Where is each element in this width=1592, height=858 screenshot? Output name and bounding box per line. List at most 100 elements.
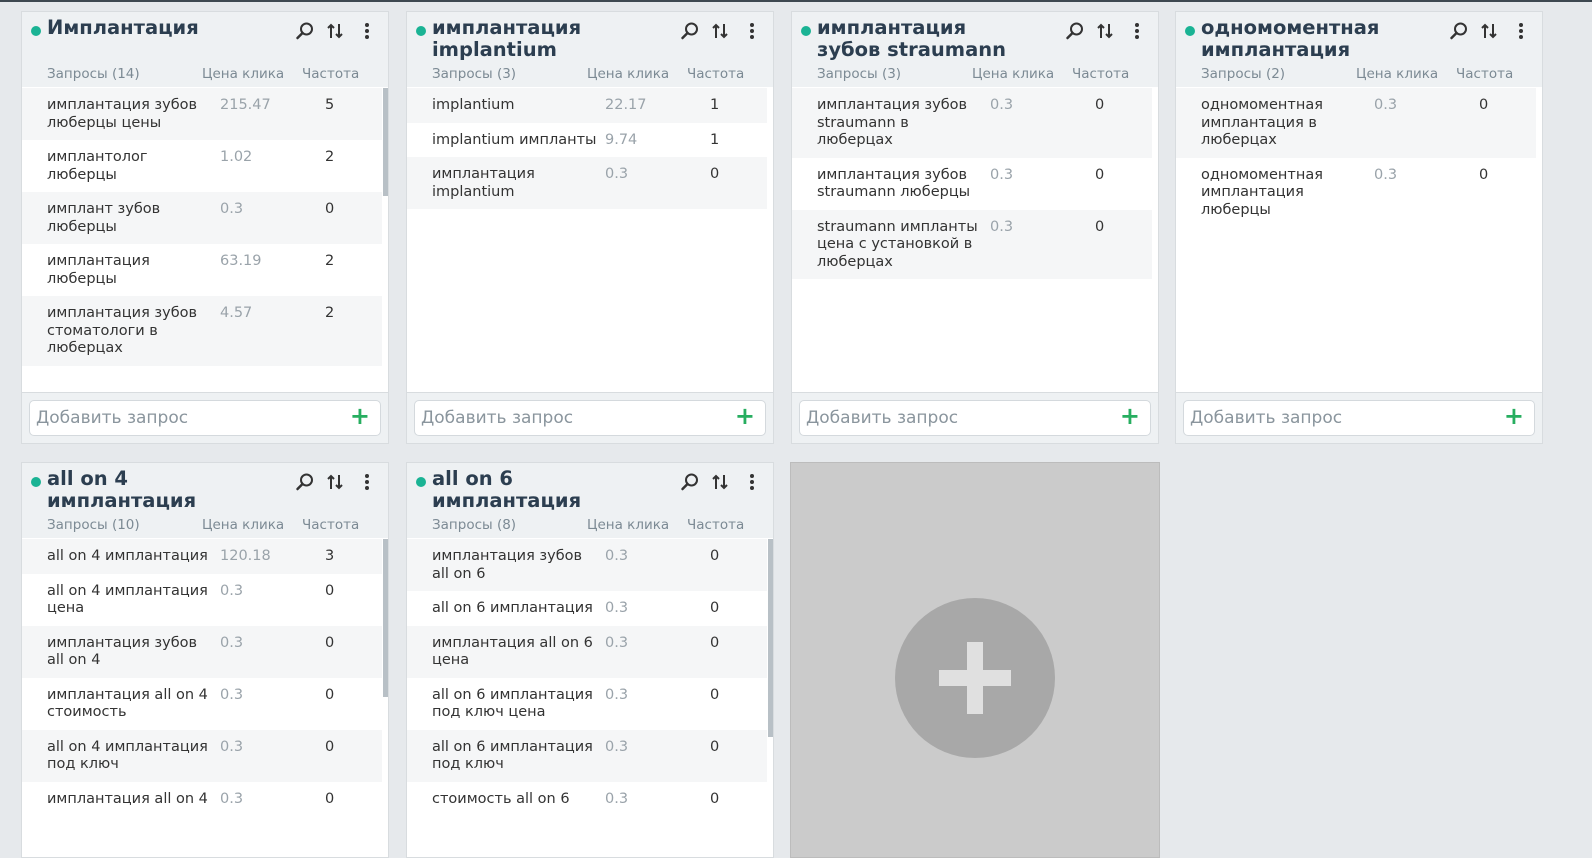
search-icon[interactable] (679, 20, 701, 42)
query-row[interactable]: all on 4 имплантация цена 0.3 0 (22, 573, 382, 626)
more-icon[interactable] (741, 471, 763, 493)
query-row[interactable]: имплантация люберцы 63.19 2 (22, 244, 382, 296)
query-row[interactable]: имплантация зубов all on 4 0.3 0 (22, 625, 382, 678)
group-header: имплантация зубов straumann Запросы (3) … (792, 12, 1158, 87)
group-card: all on 6 имплантация Запросы (8) Цена кл… (406, 462, 774, 858)
frequency-value: 0 (325, 582, 335, 599)
scrollbar[interactable] (383, 539, 388, 697)
click-price: 215.47 (220, 97, 271, 113)
plus-icon[interactable]: + (735, 402, 755, 430)
click-price: 0.3 (605, 634, 629, 651)
click-price: 63.19 (220, 253, 262, 269)
query-row[interactable]: all on 4 имплантация 120.18 3 (22, 539, 382, 574)
add-group-plus-icon[interactable] (895, 598, 1055, 758)
queries-count: Запросы (3) (817, 66, 902, 82)
sort-icon[interactable] (1094, 20, 1116, 42)
query-text: одномоментная имплантация в люберцах (1201, 97, 1323, 148)
query-row[interactable]: имплант зубов люберцы 0.3 0 (22, 192, 382, 244)
price-column-header: Цена клика (587, 517, 670, 533)
query-list: implantium 22.17 1 implantium импланты 9.74 1… (407, 88, 767, 209)
search-icon[interactable] (1448, 20, 1470, 42)
group-title: Имплантация (47, 16, 199, 39)
queries-count: Запросы (14) (47, 66, 140, 82)
query-row[interactable]: имплантация зубов стоматологи в люберцах… (22, 296, 382, 366)
scrollbar[interactable] (383, 88, 388, 196)
more-icon[interactable] (356, 20, 378, 42)
sort-icon[interactable] (709, 471, 731, 493)
query-row[interactable]: straumann импланты цена с установкой в л… (792, 209, 1152, 279)
status-dot (1185, 26, 1195, 36)
query-row[interactable]: имплантация all on 4 стоимость 0.3 0 (22, 677, 382, 730)
add-group-card[interactable] (790, 462, 1160, 858)
sort-icon[interactable] (1478, 20, 1500, 42)
group-header: имплантация implantium Запросы (3) Цена … (407, 12, 773, 87)
query-row[interactable]: имплантолог люберцы 1.02 2 (22, 140, 382, 192)
sort-icon[interactable] (324, 20, 346, 42)
query-row[interactable]: implantium 22.17 1 (407, 88, 767, 123)
query-row[interactable]: одномоментная имплантация в люберцах 0.3 0 (1176, 88, 1536, 158)
more-icon[interactable] (1126, 20, 1148, 42)
frequency-value: 1 (710, 131, 720, 148)
click-price: 22.17 (605, 97, 647, 113)
query-row[interactable]: all on 6 имплантация под ключ цена 0.3 0 (407, 677, 767, 730)
frequency-value: 0 (325, 201, 335, 217)
query-row[interactable]: одномоментная имплантация люберцы 0.3 0 (1176, 157, 1536, 227)
more-icon[interactable] (356, 471, 378, 493)
add-query-bar: Добавить запрос + (792, 392, 1158, 443)
search-icon[interactable] (679, 471, 701, 493)
query-row[interactable]: имплантация implantium 0.3 0 (407, 157, 767, 209)
add-query-input[interactable]: Добавить запрос + (29, 400, 381, 436)
query-text: all on 4 имплантация цена (47, 582, 208, 617)
query-text: имплантолог люберцы (47, 149, 148, 183)
click-price: 0.3 (220, 201, 244, 217)
more-icon[interactable] (1510, 20, 1532, 42)
query-list: имплантация зубов люберцы цены 215.47 5 имп… (22, 88, 382, 366)
plus-icon[interactable]: + (1120, 402, 1140, 430)
query-row[interactable]: all on 6 имплантация 0.3 0 (407, 591, 767, 626)
group-card: имплантация зубов straumann Запросы (3) … (791, 11, 1159, 444)
search-icon[interactable] (294, 20, 316, 42)
sort-icon[interactable] (709, 20, 731, 42)
search-icon[interactable] (294, 471, 316, 493)
add-query-input[interactable]: Добавить запрос + (414, 400, 766, 436)
click-price: 0.3 (605, 738, 629, 755)
status-dot (31, 477, 41, 487)
click-price: 0.3 (605, 790, 629, 807)
search-icon[interactable] (1064, 20, 1086, 42)
click-price: 0.3 (990, 97, 1014, 113)
query-row[interactable]: имплантация зубов straumann в люберцах 0.… (792, 88, 1152, 158)
add-query-input[interactable]: Добавить запрос + (799, 400, 1151, 436)
frequency-value: 0 (325, 634, 335, 651)
query-row[interactable]: имплантация all on 6 цена 0.3 0 (407, 625, 767, 678)
query-text: all on 6 имплантация под ключ цена (432, 686, 593, 721)
group-header: all on 4 имплантация Запросы (10) Цена к… (22, 463, 388, 538)
more-icon[interactable] (741, 20, 763, 42)
add-query-input[interactable]: Добавить запрос + (1183, 400, 1535, 436)
query-row[interactable]: имплантация all on 4 0.3 0 (22, 781, 382, 816)
query-row[interactable]: имплантация зубов люберцы цены 215.47 5 (22, 88, 382, 140)
query-list: имплантация зубов straumann в люберцах 0.… (792, 88, 1152, 279)
scrollbar[interactable] (768, 539, 773, 737)
group-card: имплантация implantium Запросы (3) Цена … (406, 11, 774, 444)
plus-icon[interactable]: + (350, 402, 370, 430)
query-row[interactable]: имплантация зубов straumann люберцы 0.3 0 (792, 157, 1152, 210)
frequency-value: 0 (325, 790, 335, 807)
status-dot (416, 26, 426, 36)
query-row[interactable]: implantium импланты 9.74 1 (407, 122, 767, 157)
query-row[interactable]: имплантация зубов all on 6 0.3 0 (407, 539, 767, 591)
click-price: 4.57 (220, 305, 253, 321)
group-header: all on 6 имплантация Запросы (8) Цена кл… (407, 463, 773, 538)
query-row[interactable]: all on 4 имплантация под ключ 0.3 0 (22, 729, 382, 782)
query-row[interactable]: all on 6 имплантация под ключ 0.3 0 (407, 729, 767, 782)
query-row[interactable]: стоимость all on 6 0.3 0 (407, 781, 767, 816)
query-text: all on 4 имплантация (47, 548, 208, 564)
price-column-header: Цена клика (1356, 66, 1439, 82)
plus-icon[interactable]: + (1504, 402, 1524, 430)
click-price: 0.3 (990, 166, 1014, 183)
frequency-value: 0 (325, 686, 335, 703)
add-query-placeholder: Добавить запрос (806, 408, 959, 428)
query-text: имплантация люберцы (47, 253, 150, 287)
frequency-value: 0 (710, 166, 720, 182)
sort-icon[interactable] (324, 471, 346, 493)
frequency-column-header: Частота (1456, 66, 1514, 82)
